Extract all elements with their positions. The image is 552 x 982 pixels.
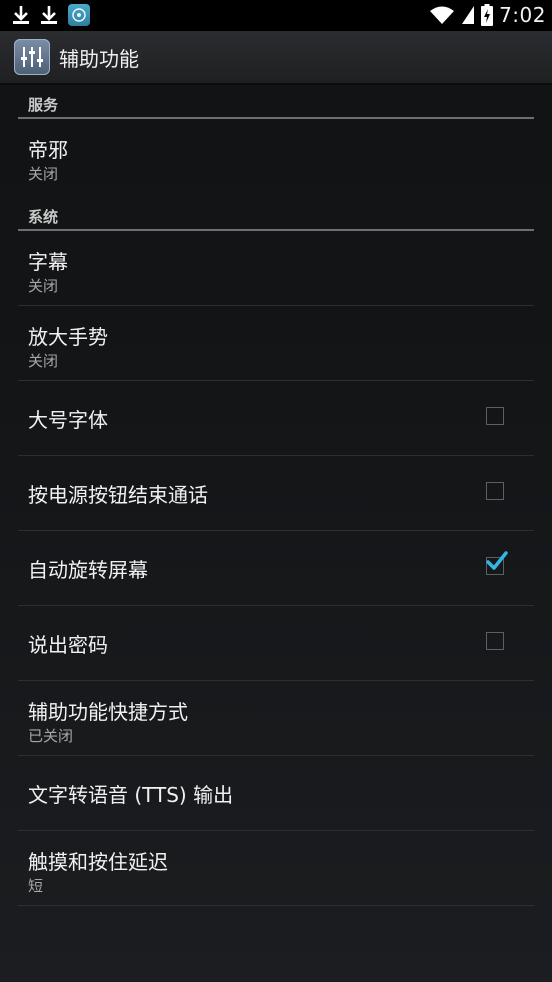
app-notification-icon: [68, 4, 90, 26]
large-text-checkbox[interactable]: [486, 407, 504, 425]
download-icon: [41, 6, 57, 24]
screen: 7:02 辅助功能 服务 帝邪 关闭 系统 字幕 关闭 放大手势 关闭 大号字体…: [0, 0, 552, 982]
auto-rotate-checkbox[interactable]: [486, 551, 508, 575]
settings-list: 服务 帝邪 关闭 系统 字幕 关闭 放大手势 关闭 大号字体 按电源按钮结束通话: [18, 85, 534, 906]
setting-large-text[interactable]: 大号字体: [18, 381, 534, 456]
setting-touch-hold-delay[interactable]: 触摸和按住延迟 短: [18, 831, 534, 906]
status-time: 7:02: [499, 3, 546, 27]
wifi-icon: [430, 6, 455, 24]
item-summary: 短: [28, 877, 44, 895]
service-item-dixie[interactable]: 帝邪 关闭: [18, 119, 534, 197]
item-title: 辅助功能快捷方式: [28, 700, 188, 724]
speak-passwords-checkbox[interactable]: [486, 632, 504, 650]
item-summary: 关闭: [28, 352, 59, 370]
item-title: 字幕: [28, 250, 68, 274]
setting-captions[interactable]: 字幕 关闭: [18, 231, 534, 306]
checkmark-icon: [486, 551, 508, 570]
item-summary: 关闭: [28, 165, 59, 183]
item-title: 自动旋转屏幕: [28, 558, 148, 582]
power-button-ends-call-checkbox[interactable]: [486, 482, 504, 500]
item-title: 帝邪: [28, 138, 68, 162]
system-status: 7:02: [429, 3, 546, 27]
item-summary: 关闭: [28, 277, 59, 295]
signal-icon: [462, 6, 475, 24]
section-header-label: 服务: [28, 96, 59, 114]
action-bar: 辅助功能: [0, 31, 552, 83]
item-title: 放大手势: [28, 325, 108, 349]
item-title: 文字转语音 (TTS) 输出: [28, 783, 234, 807]
section-header-services: 服务: [18, 85, 534, 119]
setting-magnification-gestures[interactable]: 放大手势 关闭: [18, 306, 534, 381]
section-header-system: 系统: [18, 197, 534, 231]
item-summary: 已关闭: [28, 727, 74, 745]
section-header-label: 系统: [28, 208, 59, 226]
item-title: 触摸和按住延迟: [28, 850, 168, 874]
setting-power-button-ends-call[interactable]: 按电源按钮结束通话: [18, 456, 534, 531]
notification-icons: [12, 4, 90, 26]
setting-auto-rotate-screen[interactable]: 自动旋转屏幕: [18, 531, 534, 606]
battery-charging-icon: [481, 4, 494, 26]
page-title: 辅助功能: [59, 46, 139, 71]
status-bar: 7:02: [0, 0, 552, 31]
accessibility-settings-icon[interactable]: [14, 39, 50, 75]
item-title: 大号字体: [28, 408, 108, 432]
item-title: 说出密码: [28, 633, 108, 657]
setting-accessibility-shortcut[interactable]: 辅助功能快捷方式 已关闭: [18, 681, 534, 756]
setting-tts-output[interactable]: 文字转语音 (TTS) 输出: [18, 756, 534, 831]
item-title: 按电源按钮结束通话: [28, 483, 208, 507]
download-icon: [13, 6, 29, 24]
setting-speak-passwords[interactable]: 说出密码: [18, 606, 534, 681]
